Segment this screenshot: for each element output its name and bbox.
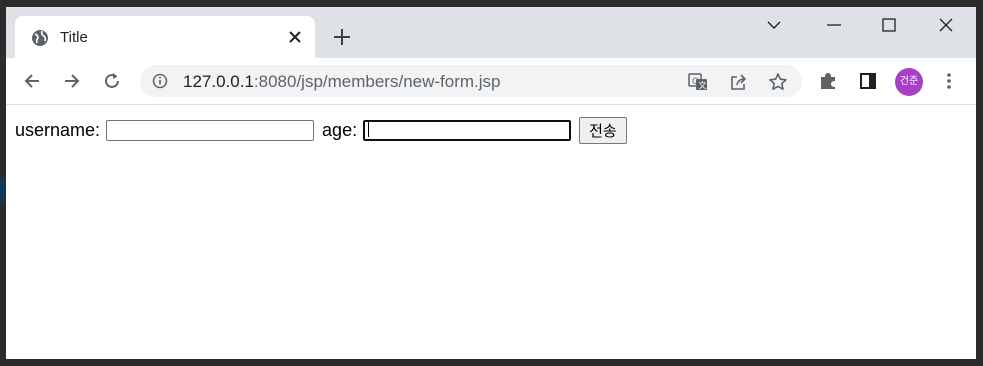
tab-strip: Title <box>6 7 976 58</box>
reload-button[interactable] <box>98 67 126 95</box>
maximize-button[interactable] <box>861 7 917 43</box>
arrow-left-icon <box>24 74 39 88</box>
globe-icon <box>31 29 49 47</box>
back-button[interactable] <box>18 67 46 95</box>
page-content: username: age: 전송 <box>6 105 976 359</box>
username-label: username: <box>15 119 101 140</box>
browser-toolbar: 127.0.0.1:8080/jsp/members/new-form.jsp … <box>6 58 976 105</box>
minimize-icon <box>827 24 841 26</box>
url-text[interactable]: 127.0.0.1:8080/jsp/members/new-form.jsp <box>183 72 501 92</box>
star-icon[interactable] <box>766 70 790 94</box>
address-bar[interactable]: 127.0.0.1:8080/jsp/members/new-form.jsp … <box>140 65 802 97</box>
maximize-icon <box>882 18 896 32</box>
info-icon[interactable] <box>152 73 168 89</box>
tab-title: Title <box>60 29 88 46</box>
extensions-button[interactable] <box>814 67 842 95</box>
age-input-wrapper <box>363 119 579 141</box>
translate-icon[interactable]: G 文 <box>686 70 710 94</box>
puzzle-icon <box>821 73 835 89</box>
url-host: 127.0.0.1 <box>183 72 254 91</box>
share-icon[interactable] <box>727 70 751 94</box>
arrow-right-icon <box>65 74 80 88</box>
tab-active[interactable]: Title <box>15 16 315 58</box>
side-panel-icon <box>860 73 876 89</box>
menu-button[interactable] <box>935 67 963 95</box>
url-path: :8080/jsp/members/new-form.jsp <box>253 72 501 91</box>
svg-text:文: 文 <box>699 80 707 90</box>
age-input[interactable] <box>363 119 572 141</box>
tab-search-button[interactable] <box>746 7 802 43</box>
chevron-down-icon <box>767 21 781 29</box>
close-icon <box>939 18 953 32</box>
age-label: age: <box>322 119 358 140</box>
username-input[interactable] <box>106 119 315 141</box>
submit-button[interactable]: 전송 <box>579 116 627 144</box>
minimize-button[interactable] <box>806 7 862 43</box>
browser-window: Title 127.0.0.1:8080/jsp/members/new-for… <box>6 7 976 359</box>
avatar[interactable]: 건준 <box>895 68 923 96</box>
kebab-menu-icon <box>947 73 951 89</box>
member-form: username: age: 전송 <box>15 116 627 144</box>
text-caret <box>368 122 370 138</box>
new-tab-button[interactable] <box>331 26 353 48</box>
close-window-button[interactable] <box>918 7 974 43</box>
side-panel-button[interactable] <box>854 67 882 95</box>
reload-icon <box>105 73 119 88</box>
forward-button[interactable] <box>58 67 86 95</box>
close-tab-icon[interactable] <box>285 27 305 47</box>
